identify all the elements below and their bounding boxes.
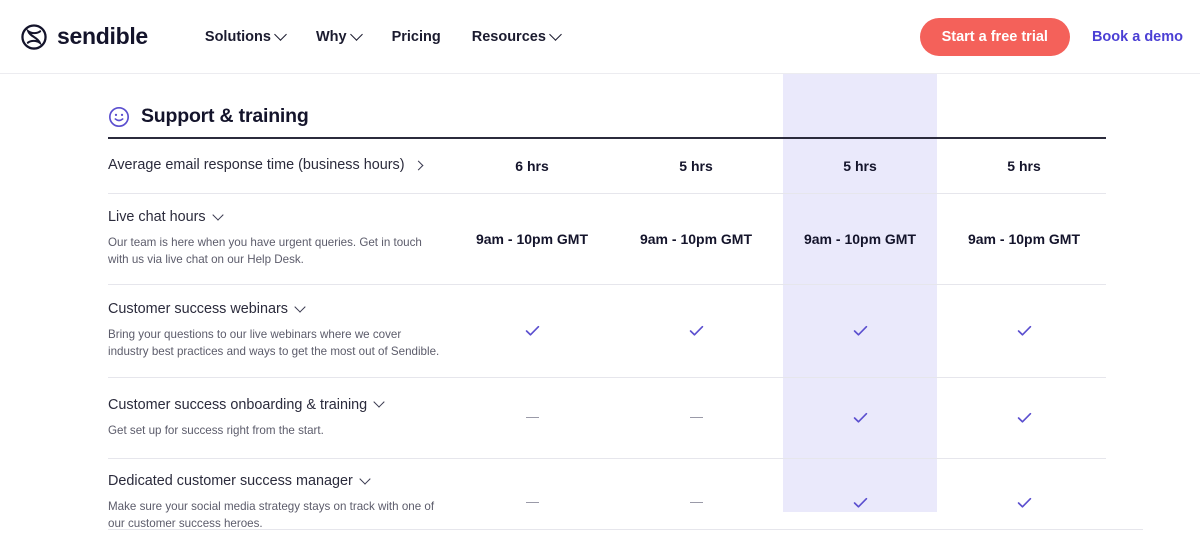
check-icon (851, 321, 870, 337)
nav-item-pricing[interactable]: Pricing (392, 29, 441, 45)
chevron-down-icon (549, 28, 562, 41)
row-label: Customer success webinars Bring your que… (108, 300, 450, 361)
nav-item-why[interactable]: Why (315, 28, 363, 45)
row-title-toggle[interactable]: Average email response time (business ho… (108, 156, 440, 175)
cell-plan-1: 9am - 10pm GMT (475, 230, 589, 247)
start-free-trial-button[interactable]: Start a free trial (919, 18, 1070, 56)
chevron-down-icon (274, 28, 287, 41)
row-title-label: Customer success onboarding & training (108, 397, 368, 414)
row-title-toggle[interactable]: Customer success webinars (108, 300, 440, 319)
cell-plan-3 (778, 493, 942, 512)
chevron-down-icon (211, 209, 224, 221)
row-title-label: Dedicated customer success manager (108, 473, 353, 490)
row-label: Average email response time (business ho… (108, 156, 450, 175)
table-row: Live chat hours Our team is here when yo… (108, 194, 1106, 284)
cell-plan-2 (614, 321, 778, 340)
row-title-toggle[interactable]: Customer success onboarding & training (108, 396, 440, 415)
chevron-down-icon (349, 28, 363, 41)
nav-item-label: Why (315, 28, 347, 45)
cell-plan-2: 9am - 10pm GMT (639, 230, 753, 247)
table-row: Dedicated customer success manager Make … (108, 459, 1106, 540)
row-title-toggle[interactable]: Live chat hours (108, 208, 440, 227)
cell-plan-1 (450, 321, 614, 340)
cell-plan-3 (778, 408, 942, 427)
chevron-right-icon (414, 160, 424, 171)
smiley-face-icon (108, 106, 130, 128)
table-row: Customer success webinars Bring your que… (108, 285, 1106, 377)
comparison-section: Support & training Average email respons… (0, 74, 1200, 540)
unavailable-dash-icon (525, 501, 539, 504)
check-icon (523, 321, 542, 337)
chevron-down-icon (373, 396, 385, 409)
row-description: Our team is here when you have urgent qu… (108, 236, 422, 267)
table-row: Average email response time (business ho… (108, 139, 1106, 193)
nav-item-solutions[interactable]: Solutions (204, 28, 287, 45)
chevron-down-icon (294, 301, 306, 313)
row-values (450, 408, 1106, 427)
check-icon (1015, 493, 1034, 509)
row-values: 6 hrs 5 hrs 5 hrs 5 hrs (450, 158, 1106, 174)
cell-plan-3 (778, 321, 942, 340)
unavailable-dash-icon (689, 501, 703, 504)
row-title-toggle[interactable]: Dedicated customer success manager (108, 472, 440, 491)
cell-plan-4 (942, 493, 1106, 512)
chevron-down-icon (359, 473, 371, 485)
brand-logo[interactable]: sendible (20, 23, 148, 51)
cell-plan-4: 9am - 10pm GMT (967, 230, 1081, 247)
section-title: Support & training (141, 105, 309, 127)
brand-name: sendible (57, 23, 148, 49)
row-values (450, 493, 1106, 512)
row-label: Customer success onboarding & training G… (108, 396, 450, 439)
check-icon (1015, 321, 1034, 337)
row-description: Make sure your social media strategy sta… (108, 500, 435, 531)
row-description: Bring your questions to our live webinar… (108, 328, 440, 359)
cell-plan-2 (614, 493, 778, 512)
header-actions: Start a free trial Book a demo (919, 0, 1183, 74)
site-header: sendible Solutions Why Pricing Resources… (0, 0, 1200, 74)
section-header: Support & training (108, 74, 1106, 137)
cell-plan-3: 9am - 10pm GMT (803, 230, 917, 247)
row-description: Get set up for success right from the st… (108, 423, 324, 437)
cell-plan-1: 6 hrs (515, 157, 549, 174)
row-values: 9am - 10pm GMT 9am - 10pm GMT 9am - 10pm… (450, 231, 1106, 247)
cell-plan-3: 5 hrs (843, 157, 877, 174)
cell-plan-2: 5 hrs (679, 157, 713, 174)
row-title-label: Average email response time (business ho… (108, 157, 405, 174)
main-nav: Solutions Why Pricing Resources (204, 28, 562, 45)
row-title-label: Live chat hours (108, 209, 206, 226)
cell-plan-4 (942, 408, 1106, 427)
table-row: Customer success onboarding & training G… (108, 378, 1106, 458)
sendible-s-circle-logo-icon (20, 23, 48, 51)
cell-plan-2 (614, 408, 778, 427)
check-icon (687, 321, 706, 337)
cell-plan-1 (450, 408, 614, 427)
row-title-label: Customer success webinars (108, 301, 288, 318)
row-label: Dedicated customer success manager Make … (108, 472, 450, 533)
cell-plan-1 (450, 493, 614, 512)
check-icon (851, 408, 870, 424)
feature-comparison-table: Support & training Average email respons… (108, 74, 1106, 540)
cell-plan-4 (942, 321, 1106, 340)
nav-item-resources[interactable]: Resources (471, 28, 562, 45)
cell-plan-4: 5 hrs (1007, 157, 1041, 174)
row-values (450, 321, 1106, 340)
nav-item-label: Resources (471, 28, 546, 45)
unavailable-dash-icon (525, 416, 539, 419)
unavailable-dash-icon (689, 416, 703, 419)
nav-item-label: Solutions (204, 28, 271, 45)
nav-item-label: Pricing (391, 28, 441, 45)
check-icon (851, 493, 870, 509)
book-a-demo-link[interactable]: Book a demo (1092, 29, 1183, 45)
section-bottom-divider (108, 529, 1143, 530)
check-icon (1015, 408, 1034, 424)
row-label: Live chat hours Our team is here when yo… (108, 208, 450, 269)
